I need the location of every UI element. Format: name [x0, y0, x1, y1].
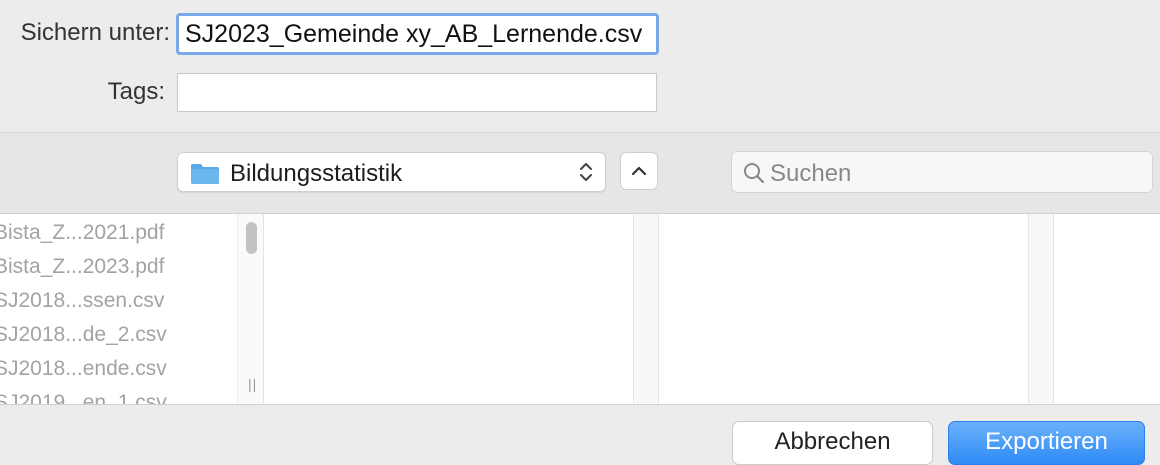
export-button[interactable]: Exportieren	[948, 421, 1145, 465]
scrollbar[interactable]: ||	[237, 214, 264, 404]
file-item[interactable]: SJ2018...ssen.csv	[0, 289, 164, 313]
tags-input[interactable]	[177, 73, 657, 112]
save-as-label: Sichern unter:	[20, 19, 170, 46]
location-select[interactable]: Bildungsstatistik	[177, 152, 606, 192]
file-item[interactable]: SJ2019...en_1.csv	[0, 391, 167, 404]
search-field[interactable]: Suchen	[731, 151, 1153, 193]
folder-icon	[190, 163, 220, 185]
search-placeholder: Suchen	[770, 160, 852, 187]
file-item[interactable]: SJ2018...ende.csv	[0, 357, 167, 381]
file-item[interactable]: Bista_Z...2021.pdf	[0, 221, 164, 245]
scroll-thumb[interactable]	[246, 222, 257, 254]
file-item[interactable]: Bista_Z...2023.pdf	[0, 255, 164, 279]
column-resize-grip-icon[interactable]: ||	[248, 376, 257, 392]
cancel-button[interactable]: Abbrechen	[732, 421, 933, 465]
file-browser: Bista_Z...2021.pdf Bista_Z...2023.pdf SJ…	[0, 214, 1160, 404]
filename-input[interactable]: SJ2023_Gemeinde xy_AB_Lernende.csv	[176, 13, 659, 55]
chevron-updown-icon	[579, 160, 593, 190]
chevron-up-icon	[631, 166, 647, 176]
file-item[interactable]: SJ2018...de_2.csv	[0, 323, 167, 347]
column-divider[interactable]	[633, 214, 659, 404]
magnifier-icon	[744, 163, 765, 184]
tags-label: Tags:	[107, 78, 165, 105]
file-column: Bista_Z...2021.pdf Bista_Z...2023.pdf SJ…	[0, 214, 237, 404]
column-divider[interactable]	[1028, 214, 1054, 404]
location-label: Bildungsstatistik	[230, 160, 403, 187]
expand-collapse-button[interactable]	[620, 152, 658, 190]
